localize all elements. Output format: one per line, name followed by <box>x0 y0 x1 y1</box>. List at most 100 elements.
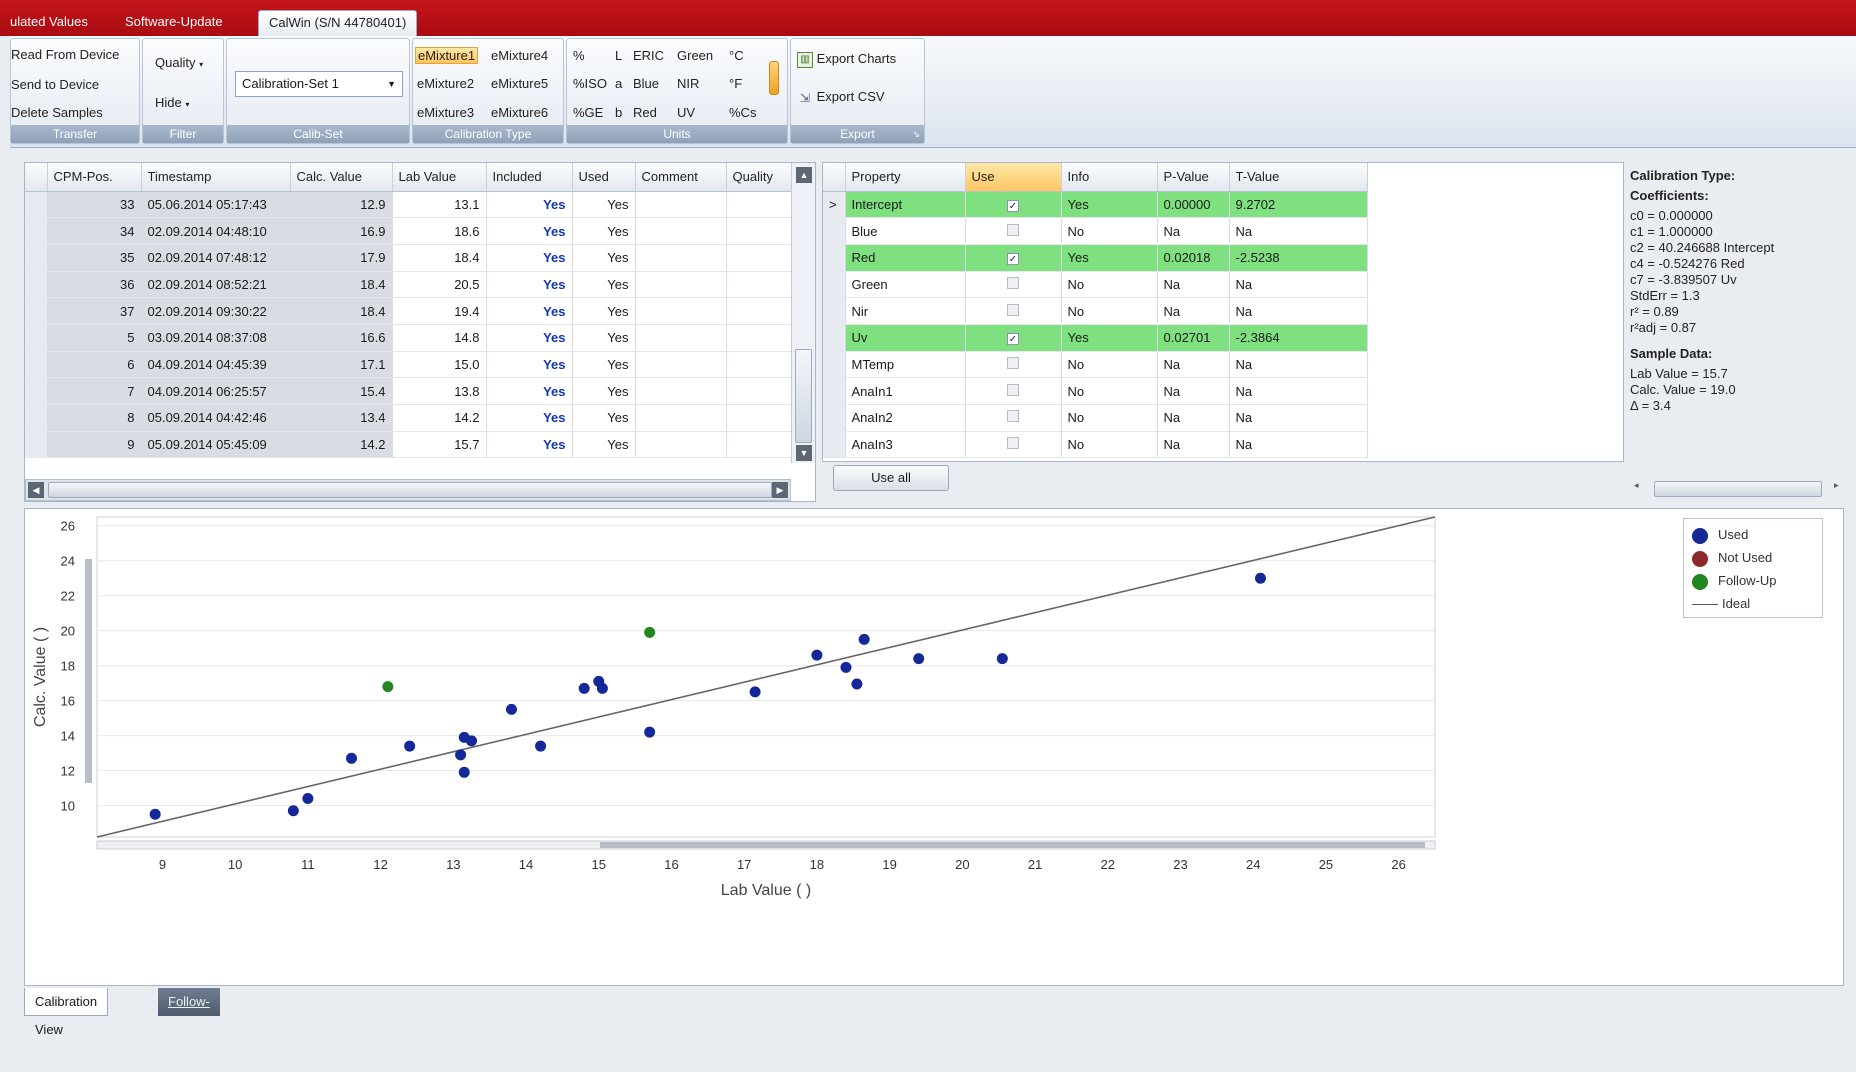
cell-quality[interactable] <box>726 217 797 245</box>
cell-quality[interactable] <box>726 191 797 219</box>
unit-red-button[interactable]: Red <box>633 105 657 120</box>
col-included[interactable]: Included <box>486 163 573 192</box>
cell-comment[interactable] <box>635 324 727 352</box>
cell-property[interactable]: Blue <box>845 217 966 245</box>
cell-used[interactable]: Yes <box>572 431 636 459</box>
use-checkbox[interactable] <box>1007 410 1019 423</box>
cell-lab-value[interactable]: 14.2 <box>392 404 487 432</box>
cell-property[interactable]: AnaIn3 <box>845 431 966 459</box>
cell-lab-value[interactable]: 15.7 <box>392 431 487 459</box>
coeff-hscroll-thumb[interactable] <box>1654 481 1822 497</box>
coefficients-horizontal-scrollbar[interactable]: ◂ ▸ <box>1632 480 1844 498</box>
cell-cpm-pos[interactable]: 34 <box>47 217 142 245</box>
send-to-device-button[interactable]: Send to Device <box>11 77 99 92</box>
cell-quality[interactable] <box>726 324 797 352</box>
scroll-down-icon[interactable]: ▼ <box>796 445 812 461</box>
cell-comment[interactable] <box>635 217 727 245</box>
unit-cs-button[interactable]: %Cs <box>729 105 756 120</box>
scroll-right-icon[interactable]: ▶ <box>772 482 788 498</box>
unit-uv-button[interactable]: UV <box>677 105 695 120</box>
scroll-left-icon[interactable]: ◀ <box>28 482 44 498</box>
use-all-button[interactable]: Use all <box>833 465 949 491</box>
cell-info[interactable]: No <box>1061 297 1158 325</box>
col-timestamp[interactable]: Timestamp <box>141 163 291 192</box>
read-from-device-button[interactable]: Read From Device <box>11 47 119 62</box>
cell-t-value[interactable]: 9.2702 <box>1229 191 1368 219</box>
table-row[interactable]: 5 03.09.2014 08:37:08 16.6 14.8 Yes Yes <box>25 324 797 352</box>
cell-use[interactable]: ✓ <box>965 324 1062 352</box>
cell-use[interactable] <box>965 351 1062 379</box>
cell-quality[interactable] <box>726 244 797 272</box>
cell-p-value[interactable]: 0.02018 <box>1157 244 1230 272</box>
cell-t-value[interactable]: Na <box>1229 431 1368 459</box>
unit-iso-button[interactable]: %ISO <box>573 76 607 91</box>
cell-use[interactable] <box>965 217 1062 245</box>
cell-cpm-pos[interactable]: 37 <box>47 297 142 325</box>
use-checkbox[interactable] <box>1007 276 1019 289</box>
tab-calibration-view[interactable]: Calibration View <box>24 988 109 1037</box>
cell-calc-value[interactable]: 13.4 <box>290 404 393 432</box>
cell-included[interactable]: Yes <box>486 217 573 245</box>
unit-fahrenheit-button[interactable]: °F <box>729 76 742 91</box>
cell-calc-value[interactable]: 15.4 <box>290 377 393 405</box>
cell-comment[interactable] <box>635 297 727 325</box>
cell-use[interactable] <box>965 271 1062 299</box>
cell-property[interactable]: AnaIn2 <box>845 404 966 432</box>
col-lab-value[interactable]: Lab Value <box>392 163 487 192</box>
property-row[interactable]: AnaIn1 No Na Na <box>823 377 1368 405</box>
cell-comment[interactable] <box>635 404 727 432</box>
cell-calc-value[interactable]: 17.9 <box>290 244 393 272</box>
use-checkbox[interactable] <box>1007 383 1019 396</box>
cell-timestamp[interactable]: 02.09.2014 04:48:10 <box>141 217 291 245</box>
tab-follow-up-view[interactable]: Follow-Up View <box>158 988 220 1065</box>
emixture4-button[interactable]: eMixture4 <box>491 48 548 63</box>
col-quality[interactable]: Quality <box>726 163 797 192</box>
cell-cpm-pos[interactable]: 35 <box>47 244 142 272</box>
property-row[interactable]: Nir No Na Na <box>823 297 1368 325</box>
tab-software-update[interactable]: Software-Update <box>115 10 233 34</box>
unit-ge-button[interactable]: %GE <box>573 105 603 120</box>
cell-use[interactable] <box>965 431 1062 459</box>
cell-used[interactable]: Yes <box>572 191 636 219</box>
cell-cpm-pos[interactable]: 6 <box>47 351 142 379</box>
samples-vscroll-thumb[interactable] <box>795 349 812 443</box>
cell-comment[interactable] <box>635 377 727 405</box>
cell-p-value[interactable]: Na <box>1157 351 1230 379</box>
cell-lab-value[interactable]: 20.5 <box>392 271 487 299</box>
emixture3-button[interactable]: eMixture3 <box>417 105 474 120</box>
samples-horizontal-scrollbar[interactable]: ◀ ▶ <box>25 479 791 501</box>
cell-info[interactable]: No <box>1061 377 1158 405</box>
cell-t-value[interactable]: Na <box>1229 404 1368 432</box>
cell-property[interactable]: MTemp <box>845 351 966 379</box>
cell-used[interactable]: Yes <box>572 244 636 272</box>
cell-calc-value[interactable]: 18.4 <box>290 271 393 299</box>
emixture1-button[interactable]: eMixture1 <box>415 47 479 64</box>
unit-a-button[interactable]: a <box>615 76 622 91</box>
table-row[interactable]: 36 02.09.2014 08:52:21 18.4 20.5 Yes Yes <box>25 271 797 299</box>
cell-comment[interactable] <box>635 271 727 299</box>
cell-used[interactable]: Yes <box>572 271 636 299</box>
col-used[interactable]: Used <box>572 163 636 192</box>
cell-use[interactable]: ✓ <box>965 191 1062 219</box>
cell-cpm-pos[interactable]: 33 <box>47 191 142 219</box>
cell-comment[interactable] <box>635 244 727 272</box>
cell-property[interactable]: Intercept <box>845 191 966 219</box>
cell-lab-value[interactable]: 18.6 <box>392 217 487 245</box>
table-row[interactable]: 8 05.09.2014 04:42:46 13.4 14.2 Yes Yes <box>25 404 797 432</box>
cell-property[interactable]: Nir <box>845 297 966 325</box>
cell-used[interactable]: Yes <box>572 217 636 245</box>
quality-filter-dropdown[interactable]: Quality ▾ <box>155 55 203 70</box>
cell-included[interactable]: Yes <box>486 191 573 219</box>
export-charts-button[interactable]: ▥ Export Charts <box>797 51 896 68</box>
unit-blue-button[interactable]: Blue <box>633 76 659 91</box>
cell-p-value[interactable]: Na <box>1157 377 1230 405</box>
cell-use[interactable]: ✓ <box>965 244 1062 272</box>
cell-property[interactable]: Green <box>845 271 966 299</box>
cell-calc-value[interactable]: 16.6 <box>290 324 393 352</box>
unit-l-button[interactable]: L <box>615 48 622 63</box>
table-row[interactable]: 35 02.09.2014 07:48:12 17.9 18.4 Yes Yes <box>25 244 797 272</box>
col-p-value[interactable]: P-Value <box>1157 163 1230 192</box>
table-row[interactable]: 34 02.09.2014 04:48:10 16.9 18.6 Yes Yes <box>25 217 797 245</box>
cell-info[interactable]: Yes <box>1061 191 1158 219</box>
cell-quality[interactable] <box>726 431 797 459</box>
